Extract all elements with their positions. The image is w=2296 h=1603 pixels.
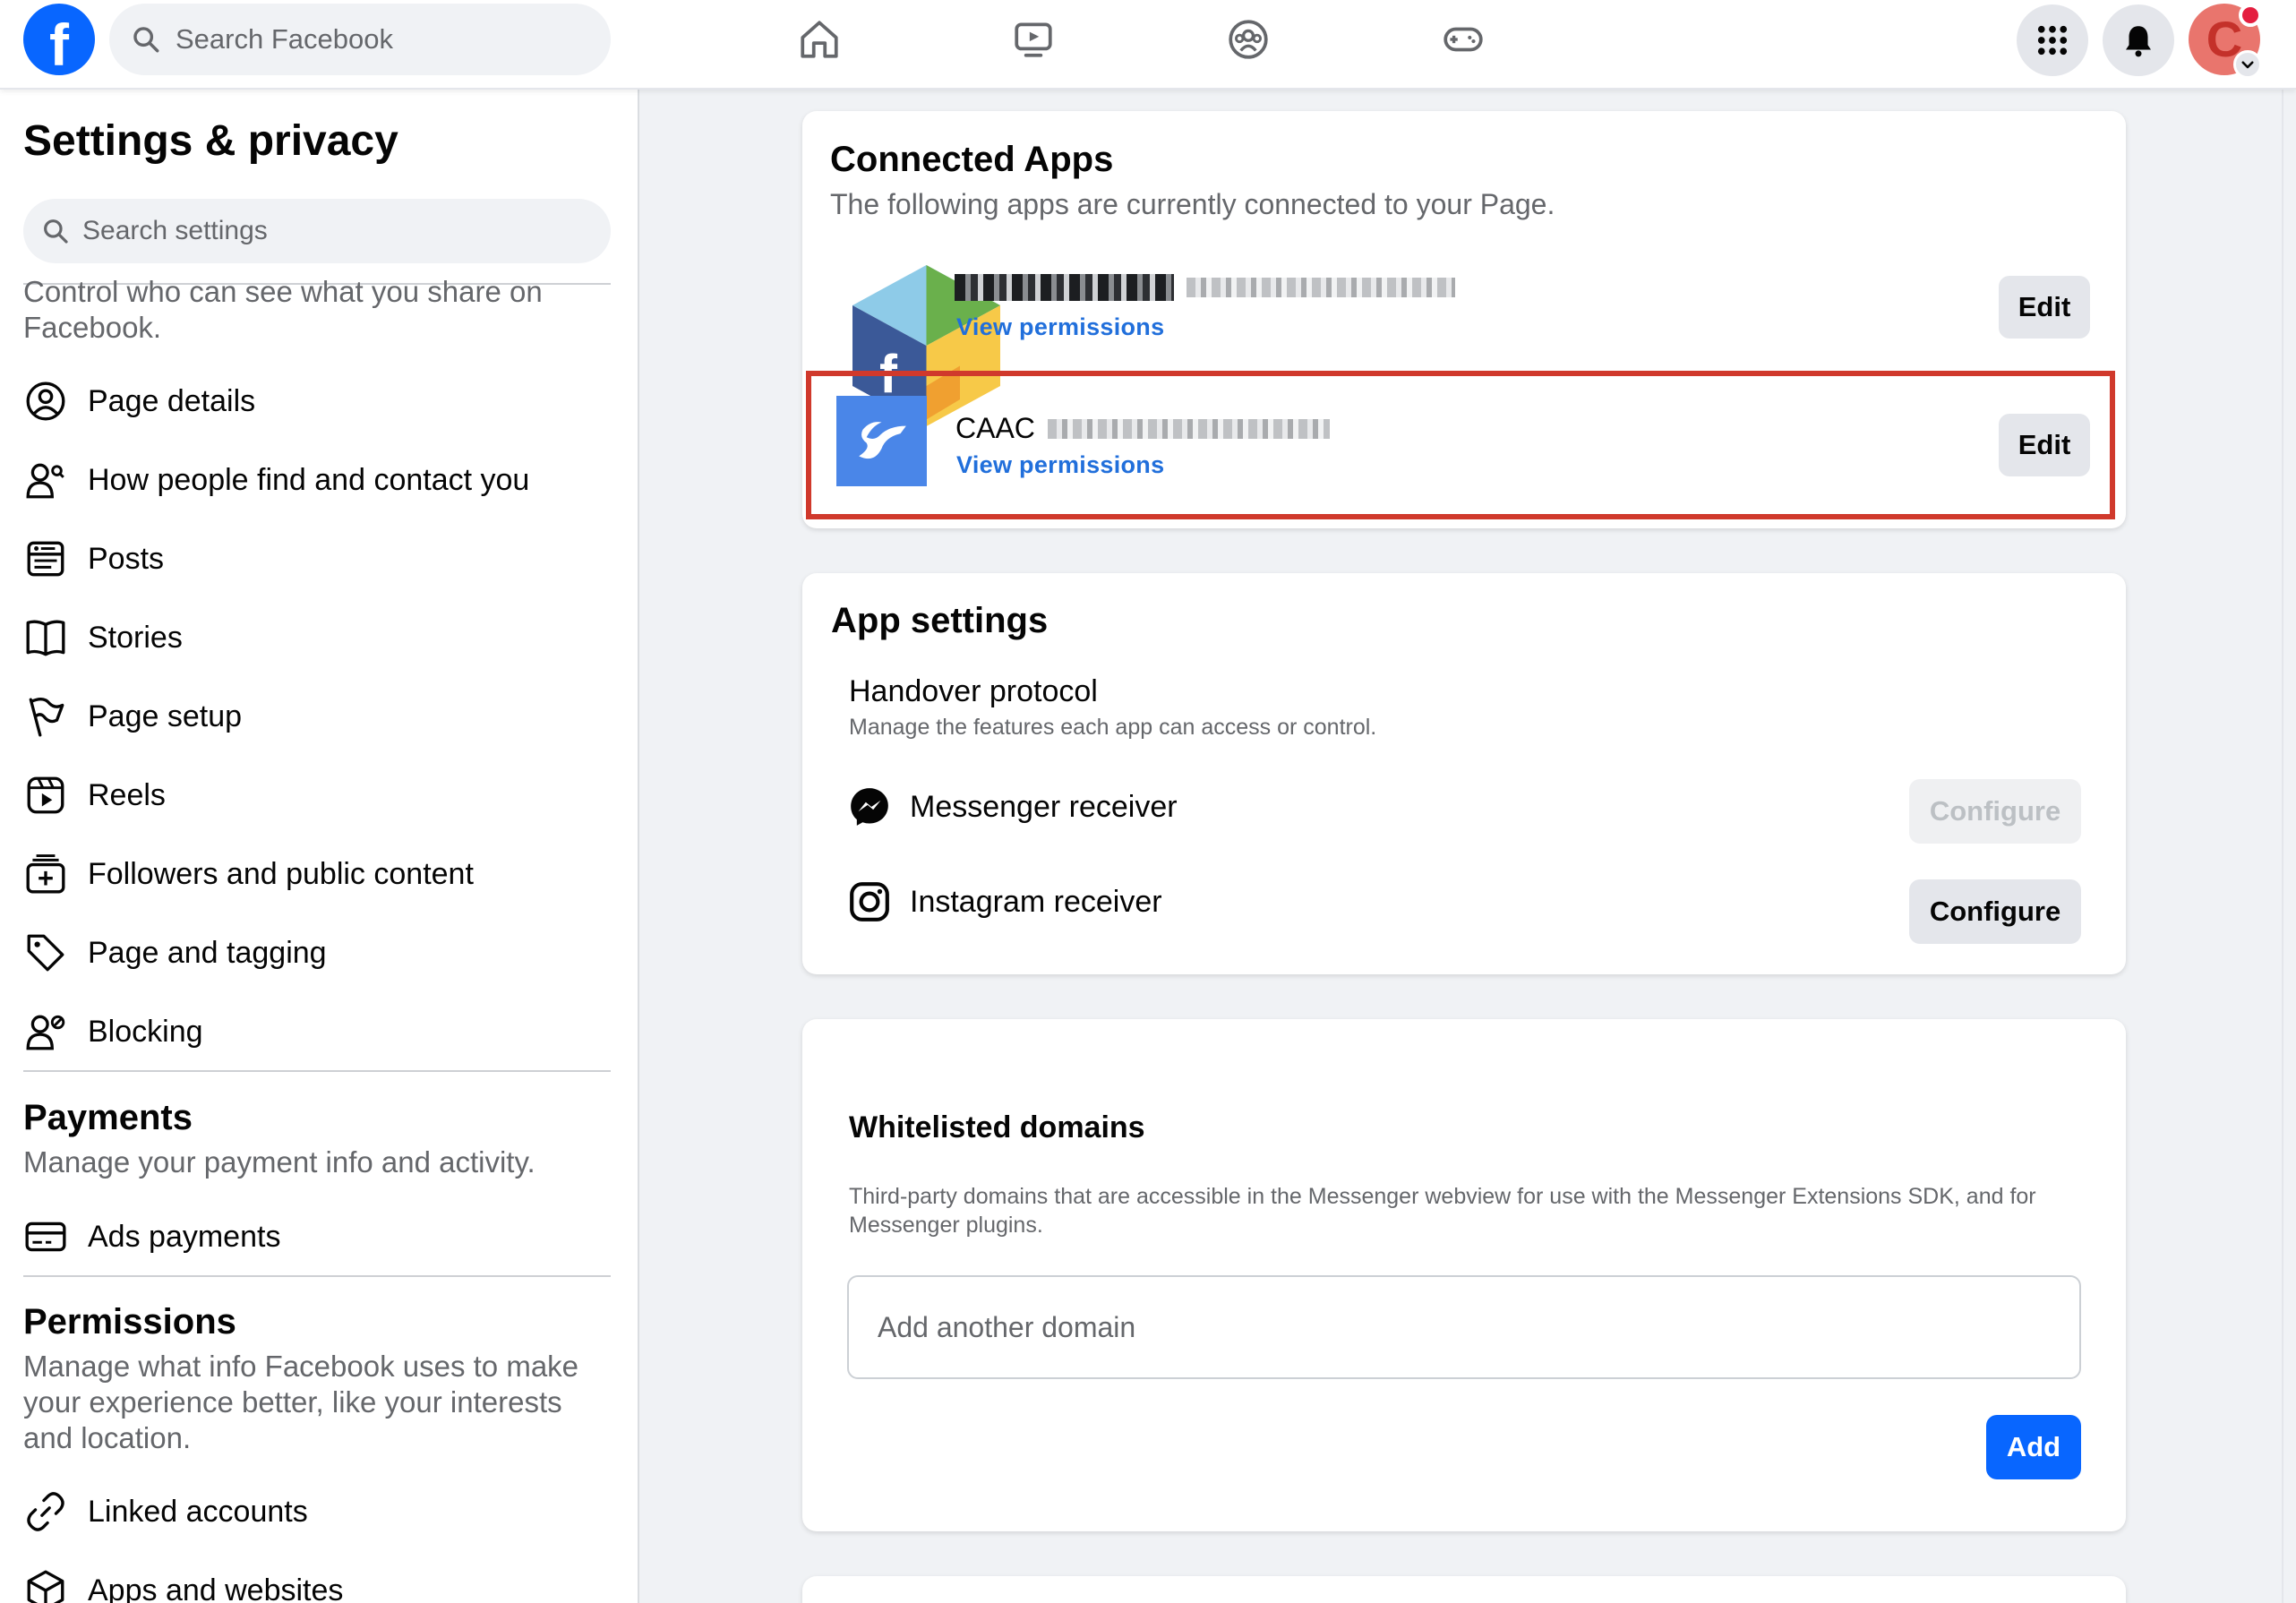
video-icon[interactable] bbox=[1007, 14, 1060, 64]
view-permissions-link[interactable]: View permissions bbox=[956, 313, 1164, 341]
sidebar-item-label: How people find and contact you bbox=[88, 462, 530, 497]
credit-card-icon bbox=[25, 1222, 66, 1252]
tag-icon bbox=[27, 934, 64, 972]
messenger-receiver-label: Messenger receiver bbox=[910, 789, 1178, 824]
grid-icon bbox=[2037, 25, 2068, 56]
user-block-icon bbox=[26, 1015, 65, 1050]
search-icon bbox=[133, 27, 159, 53]
messenger-icon bbox=[851, 788, 888, 826]
sidebar-item-label: Apps and websites bbox=[88, 1573, 344, 1603]
connected-apps-title: Connected Apps bbox=[830, 140, 1114, 179]
user-circle-icon bbox=[26, 381, 65, 421]
add-domain-input[interactable] bbox=[847, 1275, 2081, 1379]
divider bbox=[23, 1070, 611, 1072]
audience-desc: Control who can see what you share on Fa… bbox=[23, 275, 543, 344]
link-icon bbox=[27, 1492, 64, 1531]
chevron-down-icon bbox=[2241, 61, 2254, 69]
whitelisted-domains-title: Whitelisted domains bbox=[849, 1110, 1145, 1144]
followers-icon bbox=[26, 854, 65, 894]
payments-desc: Manage your payment info and activity. bbox=[23, 1145, 535, 1179]
divider bbox=[23, 1275, 611, 1277]
whitelisted-domains-desc: Third-party domains that are accessible … bbox=[849, 1184, 2036, 1238]
top-bar: f C bbox=[0, 0, 2296, 90]
sidebar-item-label: Page setup bbox=[88, 699, 243, 733]
sidebar-item-label: Reels bbox=[88, 777, 166, 812]
sidebar-item-apps-websites[interactable]: Apps and websites bbox=[23, 1561, 614, 1603]
sidebar-item-label: Blocking bbox=[88, 1014, 203, 1049]
add-domain-button[interactable]: Add bbox=[1986, 1415, 2081, 1479]
flag-icon bbox=[29, 698, 64, 737]
posts-icon bbox=[27, 541, 64, 577]
configure-messenger-button[interactable]: Configure bbox=[1909, 779, 2081, 844]
app-settings-title: App settings bbox=[831, 601, 1049, 640]
account-menu-button[interactable] bbox=[2233, 50, 2262, 79]
settings-search-box[interactable] bbox=[23, 199, 611, 263]
search-icon bbox=[44, 219, 68, 244]
user-search-icon bbox=[26, 463, 64, 499]
sidebar-item-stories[interactable]: Stories bbox=[23, 608, 614, 667]
facebook-logo-icon[interactable]: f bbox=[23, 4, 95, 75]
sidebar-item-ads-payments[interactable]: Ads payments bbox=[23, 1207, 614, 1266]
facebook-search-box[interactable] bbox=[109, 4, 611, 75]
sidebar-item-label: Page and tagging bbox=[88, 935, 327, 970]
sidebar-item-reels[interactable]: Reels bbox=[23, 766, 614, 825]
edit-app-button[interactable]: Edit bbox=[1999, 276, 2090, 339]
instagram-receiver-row: Instagram receiver bbox=[847, 879, 1162, 924]
sidebar-item-blocking[interactable]: Blocking bbox=[23, 1002, 614, 1061]
gaming-icon[interactable] bbox=[1436, 14, 1490, 64]
app-name-label: CAAC bbox=[955, 412, 1035, 444]
sidebar-item-find-contact[interactable]: How people find and contact you bbox=[23, 450, 614, 510]
sidebar-item-label: Ads payments bbox=[88, 1219, 281, 1254]
messenger-receiver-row: Messenger receiver bbox=[847, 784, 1178, 829]
sidebar-item-followers[interactable]: Followers and public content bbox=[23, 844, 614, 904]
settings-sidebar: Settings & privacy Control who can see w… bbox=[0, 90, 639, 1603]
payments-heading: Payments bbox=[23, 1098, 193, 1137]
configure-instagram-button[interactable]: Configure bbox=[1909, 879, 2081, 944]
sidebar-item-label: Stories bbox=[88, 620, 183, 655]
highlight-box bbox=[806, 371, 2115, 519]
sidebar-item-tagging[interactable]: Page and tagging bbox=[23, 923, 614, 982]
cube-icon bbox=[27, 1570, 64, 1603]
caac-app-logo-icon bbox=[836, 396, 927, 486]
handover-title: Handover protocol bbox=[849, 674, 1098, 708]
page-scrollbar[interactable] bbox=[2282, 90, 2296, 1603]
app-name-blurred bbox=[955, 274, 1455, 301]
facebook-search-input[interactable] bbox=[176, 23, 570, 56]
sidebar-item-linked-accounts[interactable]: Linked accounts bbox=[23, 1482, 614, 1541]
menu-grid-button[interactable] bbox=[2017, 4, 2088, 76]
groups-icon[interactable] bbox=[1221, 14, 1275, 64]
sidebar-item-label: Page details bbox=[88, 383, 256, 418]
notifications-button[interactable] bbox=[2103, 4, 2174, 76]
notification-dot bbox=[2239, 4, 2262, 27]
instagram-receiver-label: Instagram receiver bbox=[910, 884, 1162, 919]
sidebar-item-page-setup[interactable]: Page setup bbox=[23, 687, 614, 746]
permissions-desc: Manage what info Facebook uses to make y… bbox=[23, 1350, 579, 1454]
app-name: CAAC bbox=[955, 412, 1330, 445]
instagram-icon bbox=[850, 882, 889, 922]
sidebar-item-label: Posts bbox=[88, 541, 165, 576]
home-icon[interactable] bbox=[792, 14, 846, 64]
connected-apps-subtitle: The following apps are currently connect… bbox=[830, 188, 1555, 220]
sidebar-item-posts[interactable]: Posts bbox=[23, 529, 614, 588]
sidebar-title: Settings & privacy bbox=[23, 117, 398, 165]
permissions-heading: Permissions bbox=[23, 1302, 236, 1342]
next-card bbox=[802, 1576, 2126, 1603]
edit-app-button[interactable]: Edit bbox=[1999, 414, 2090, 476]
sidebar-item-label: Linked accounts bbox=[88, 1494, 308, 1529]
bell-icon bbox=[2126, 26, 2151, 57]
handover-desc: Manage the features each app can access … bbox=[849, 715, 1377, 740]
book-icon bbox=[26, 620, 65, 656]
sidebar-item-page-details[interactable]: Page details bbox=[23, 372, 614, 431]
view-permissions-link[interactable]: View permissions bbox=[956, 451, 1164, 479]
sidebar-item-label: Followers and public content bbox=[88, 856, 474, 891]
settings-search-input[interactable] bbox=[82, 216, 584, 246]
reels-icon bbox=[27, 776, 64, 814]
